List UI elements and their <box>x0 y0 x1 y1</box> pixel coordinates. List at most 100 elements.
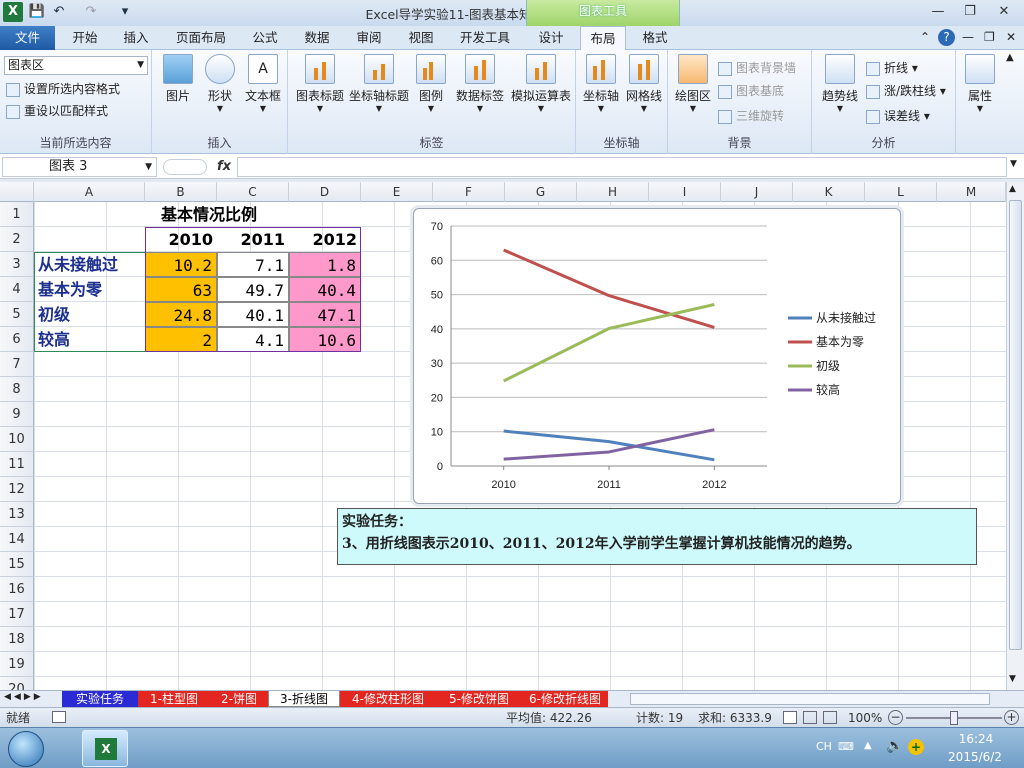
line-chart[interactable]: 0 10 20 30 40 50 60 70 2010 2011 2012 从未接触过 基本为零 初级 较高 <box>413 208 901 504</box>
row-header[interactable]: 5 <box>0 302 34 327</box>
data-cell[interactable]: 49.7 <box>217 277 289 302</box>
year-header[interactable]: 2010 <box>145 227 217 252</box>
legend-button[interactable]: 图例 ▼ <box>412 54 450 113</box>
data-cell[interactable]: 1.8 <box>289 252 361 277</box>
format-selection-button[interactable]: 设置所选内容格式 <box>6 79 120 99</box>
shapes-button[interactable]: 形状 ▼ <box>200 54 240 113</box>
year-header[interactable]: 2011 <box>217 227 289 252</box>
data-cell[interactable]: 47.1 <box>289 302 361 327</box>
row-header[interactable]: 10 <box>0 427 34 452</box>
tab-formulas[interactable]: 公式 <box>242 26 288 50</box>
plot-area-button[interactable]: 绘图区 ▼ <box>672 54 714 113</box>
normal-view-icon[interactable] <box>783 711 797 724</box>
row-header[interactable]: 11 <box>0 452 34 477</box>
formula-input[interactable] <box>237 157 1007 177</box>
data-cell[interactable]: 10.2 <box>145 252 217 277</box>
row-label[interactable]: 较高 <box>34 327 145 352</box>
show-hidden-icons-icon[interactable]: ▲ <box>864 740 872 751</box>
sheet-tab[interactable]: 6-修改折线图 <box>522 691 608 707</box>
row-header[interactable]: 18 <box>0 627 34 652</box>
chart-wall-button[interactable]: 图表背景墙 <box>718 58 796 78</box>
start-button-icon[interactable] <box>8 731 44 767</box>
column-header[interactable]: I <box>649 182 721 202</box>
year-header[interactable]: 2012 <box>289 227 361 252</box>
column-header[interactable]: M <box>937 182 1006 202</box>
row-header[interactable]: 8 <box>0 377 34 402</box>
column-header[interactable]: L <box>865 182 937 202</box>
data-cell[interactable]: 7.1 <box>217 252 289 277</box>
axis-title-button[interactable]: 坐标轴标题 ▼ <box>348 54 410 113</box>
tab-layout[interactable]: 布局 <box>580 26 626 51</box>
sheet-nav-arrows-icon[interactable]: ◀◀▶▶ <box>4 692 44 702</box>
help-icon[interactable]: ? <box>938 29 955 46</box>
minimize-icon[interactable]: — <box>924 2 952 22</box>
column-header[interactable]: J <box>721 182 793 202</box>
tab-page-layout[interactable]: 页面布局 <box>170 26 232 50</box>
close-icon[interactable]: ✕ <box>990 2 1018 22</box>
task-textbox[interactable]: 实验任务： 3、用折线图表示2010、2011、2012年入学前学生掌握计算机技… <box>337 508 977 565</box>
page-break-view-icon[interactable] <box>823 711 837 724</box>
vertical-scrollbar[interactable]: ▲ ▼ <box>1006 182 1024 690</box>
workbook-minimize-icon[interactable]: — <box>962 30 974 44</box>
column-header[interactable]: K <box>793 182 865 202</box>
clock-date[interactable]: 2015/6/2 <box>940 750 1010 764</box>
keyboard-icon[interactable]: ⌨ <box>838 740 854 753</box>
workbook-restore-icon[interactable]: ❐ <box>984 30 995 44</box>
error-bars-button[interactable]: 误差线 ▾ <box>866 106 930 126</box>
page-layout-view-icon[interactable] <box>803 711 817 724</box>
properties-button[interactable]: 属性 ▼ <box>960 54 1000 113</box>
row-header[interactable]: 16 <box>0 577 34 602</box>
row-header[interactable]: 15 <box>0 552 34 577</box>
lines-button[interactable]: 折线 ▾ <box>866 58 918 78</box>
row-label[interactable]: 从未接触过 <box>34 252 145 277</box>
data-cell[interactable]: 2 <box>145 327 217 352</box>
data-cell[interactable]: 40.1 <box>217 302 289 327</box>
tab-developer[interactable]: 开发工具 <box>452 26 518 50</box>
trendline-button[interactable]: 趋势线 ▼ <box>816 54 864 113</box>
axes-button[interactable]: 坐标轴 ▼ <box>580 54 622 113</box>
column-header[interactable]: F <box>433 182 505 202</box>
restore-icon[interactable]: ❐ <box>956 2 984 22</box>
data-labels-button[interactable]: 数据标签 ▼ <box>452 54 508 113</box>
3d-rotation-button[interactable]: 三维旋转 <box>718 106 784 126</box>
column-header[interactable]: G <box>505 182 577 202</box>
row-header[interactable]: 20 <box>0 677 34 690</box>
zoom-in-icon[interactable]: + <box>1004 710 1019 725</box>
column-header[interactable]: C <box>217 182 289 202</box>
chart-element-dropdown[interactable]: 图表区 ▼ <box>4 56 148 75</box>
scroll-up-icon[interactable]: ▲ <box>1009 184 1016 194</box>
column-header[interactable]: E <box>361 182 433 202</box>
sheet-tab[interactable]: 4-修改柱形图 <box>340 691 436 707</box>
volume-icon[interactable]: 🔈 <box>886 738 903 754</box>
tab-data[interactable]: 数据 <box>294 26 340 50</box>
reset-style-button[interactable]: 重设以匹配样式 <box>6 101 108 121</box>
column-header[interactable]: H <box>577 182 649 202</box>
chart-title-button[interactable]: 图表标题 ▼ <box>292 54 348 113</box>
up-down-bars-button[interactable]: 涨/跌柱线 ▾ <box>866 81 946 101</box>
row-header[interactable]: 3 <box>0 252 34 277</box>
gridlines-button[interactable]: 网格线 ▼ <box>622 54 666 113</box>
tab-view[interactable]: 视图 <box>398 26 444 50</box>
column-header[interactable]: B <box>145 182 217 202</box>
workbook-close-icon[interactable]: ✕ <box>1006 30 1016 44</box>
ribbon-expand-icon[interactable]: ▲ <box>1006 52 1014 63</box>
chart-floor-button[interactable]: 图表基底 <box>718 81 784 101</box>
expand-formula-icon[interactable]: ▼ <box>1010 159 1017 169</box>
tab-review[interactable]: 审阅 <box>346 26 392 50</box>
scroll-down-icon[interactable]: ▼ <box>1009 674 1016 684</box>
tab-design[interactable]: 设计 <box>528 26 574 50</box>
tray-app-icon[interactable]: + <box>908 739 924 755</box>
tab-format[interactable]: 格式 <box>632 26 678 50</box>
sheet-tab[interactable]: 实验任务 <box>62 691 138 707</box>
picture-button[interactable]: 图片 <box>158 54 198 104</box>
row-label[interactable]: 基本为零 <box>34 277 145 302</box>
horizontal-scrollbar[interactable] <box>630 693 990 705</box>
tab-home[interactable]: 开始 <box>62 26 108 50</box>
tab-file[interactable]: 文件 <box>0 26 55 50</box>
sheet-tab[interactable]: 2-饼图 <box>210 691 268 707</box>
row-header[interactable]: 13 <box>0 502 34 527</box>
row-header[interactable]: 4 <box>0 277 34 302</box>
data-cell[interactable]: 4.1 <box>217 327 289 352</box>
sheet-tab-active[interactable]: 3-折线图 <box>268 691 340 707</box>
excel-taskbar-button[interactable]: X <box>82 730 128 767</box>
